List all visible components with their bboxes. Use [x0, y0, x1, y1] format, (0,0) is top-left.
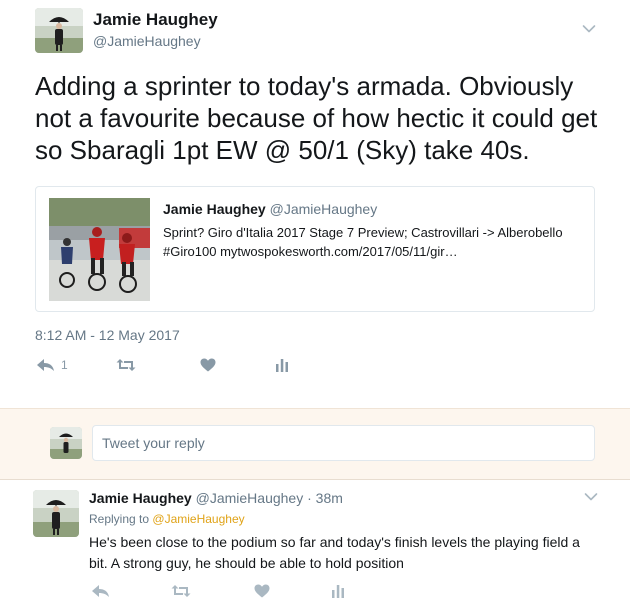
replying-to-label: Replying to: [89, 512, 150, 526]
analytics-icon: [275, 358, 289, 372]
reply-icon: [91, 584, 110, 598]
heart-icon: [254, 584, 270, 598]
reply-author-name[interactable]: Jamie Haughey: [89, 490, 192, 506]
quoted-author: Jamie Haughey @JamieHaughey: [163, 201, 377, 217]
retweet-button[interactable]: [171, 584, 191, 598]
analytics-button[interactable]: [275, 358, 289, 372]
reply-header: Jamie Haughey @JamieHaughey · 38m: [89, 490, 343, 506]
quoted-tweet-image: [49, 198, 150, 301]
analytics-icon: [331, 584, 345, 598]
chevron-down-icon[interactable]: [582, 24, 596, 34]
reply-icon: [36, 358, 55, 372]
analytics-button[interactable]: [331, 584, 345, 598]
retweet-icon: [171, 584, 191, 598]
heart-icon: [200, 358, 216, 372]
chevron-down-icon[interactable]: [584, 492, 598, 502]
tweet-timestamp[interactable]: 8:12 AM - 12 May 2017: [35, 327, 180, 343]
replying-to-link[interactable]: @JamieHaughey: [152, 512, 244, 526]
tweet-actions: 1: [0, 358, 630, 378]
retweet-icon: [116, 358, 136, 372]
replying-to: Replying to @JamieHaughey: [89, 512, 245, 526]
quoted-author-name: Jamie Haughey: [163, 201, 266, 217]
reply-button[interactable]: [91, 584, 110, 598]
reply-composer: [0, 408, 630, 480]
like-button[interactable]: [254, 584, 270, 598]
quoted-author-handle: @JamieHaughey: [269, 201, 378, 217]
reply-time[interactable]: · 38m: [307, 490, 343, 506]
quoted-tweet-card[interactable]: Jamie Haughey @JamieHaughey Sprint? Giro…: [35, 186, 595, 312]
reply-input[interactable]: [92, 425, 595, 461]
retweet-button[interactable]: [116, 358, 136, 372]
author-avatar[interactable]: [35, 8, 83, 53]
like-button[interactable]: [200, 358, 216, 372]
current-user-avatar: [50, 427, 82, 459]
reply-author-handle[interactable]: @JamieHaughey: [196, 490, 304, 506]
quoted-tweet-text: Sprint? Giro d'Italia 2017 Stage 7 Previ…: [163, 225, 563, 259]
reply-button[interactable]: 1: [36, 358, 68, 372]
main-tweet: Jamie Haughey @JamieHaughey Adding a spr…: [0, 0, 630, 408]
reply-actions: [0, 584, 630, 604]
reply-count: 1: [61, 358, 68, 372]
reply-text: He's been close to the podium so far and…: [89, 534, 580, 571]
reply-tweet: Jamie Haughey @JamieHaughey · 38m Replyi…: [0, 480, 630, 610]
author-handle[interactable]: @JamieHaughey: [93, 33, 201, 49]
tweet-text: Adding a sprinter to today's armada. Obv…: [35, 71, 598, 165]
author-name[interactable]: Jamie Haughey: [93, 10, 218, 30]
reply-author-avatar[interactable]: [33, 490, 79, 537]
